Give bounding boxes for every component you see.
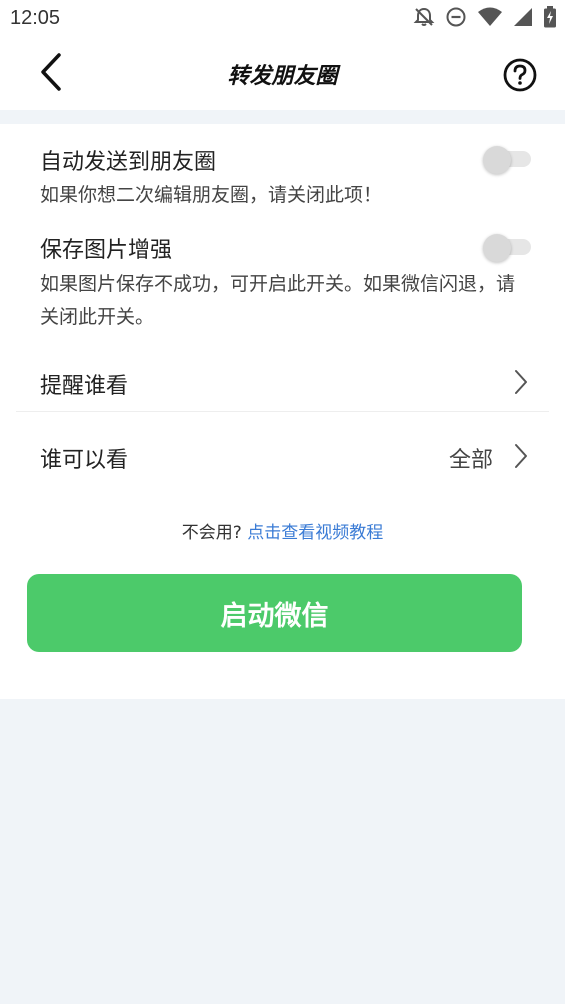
help-line: 不会用? 点击查看视频教程 [0, 518, 565, 543]
toggle-knob [483, 146, 511, 174]
launch-wechat-label: 启动微信 [220, 600, 329, 632]
visibility-row-value: 全部 [448, 448, 493, 473]
remind-row-label: 提醒谁看 [40, 374, 129, 399]
visibility-row-label: 谁可以看 [40, 448, 129, 473]
wifi-icon [477, 6, 503, 32]
divider [16, 411, 549, 412]
image-enhance-desc: 如果图片保存不成功，可开启此开关。如果微信闪退，请关闭此开关。 [40, 273, 516, 328]
video-tutorial-link[interactable]: 点击查看视频教程 [247, 523, 383, 543]
page-title: 转发朋友圈 [227, 64, 338, 89]
battery-charging-icon [543, 6, 557, 32]
image-enhance-toggle[interactable] [483, 234, 531, 262]
toggle-knob [483, 234, 511, 262]
launch-wechat-button[interactable]: 启动微信 [27, 574, 522, 652]
remind-row[interactable]: 提醒谁看 [0, 354, 565, 410]
settings-panel: 自动发送到朋友圈 如果你想二次编辑朋友圈，请关闭此项！ 保存图片增强 如果图片保… [0, 124, 565, 699]
image-enhance-title: 保存图片增强 [40, 238, 173, 263]
signal-icon [513, 6, 533, 32]
status-time: 12:05 [10, 7, 61, 29]
status-bar: 12:05 [0, 0, 565, 38]
do-not-disturb-icon [445, 6, 467, 32]
help-prefix: 不会用? [181, 523, 242, 543]
auto-send-title: 自动发送到朋友圈 [40, 150, 217, 175]
auto-send-desc: 如果你想二次编辑朋友圈，请关闭此项！ [40, 184, 383, 206]
help-button[interactable] [503, 58, 537, 92]
auto-send-toggle[interactable] [483, 146, 531, 174]
visibility-row[interactable]: 谁可以看 全部 [0, 428, 565, 484]
bell-off-icon [413, 6, 435, 32]
chevron-right-icon [513, 368, 529, 396]
question-circle-icon [503, 58, 537, 96]
chevron-right-icon [513, 442, 529, 470]
status-icons [413, 6, 557, 32]
section-gap [0, 110, 565, 124]
header: 转发朋友圈 [0, 38, 565, 110]
